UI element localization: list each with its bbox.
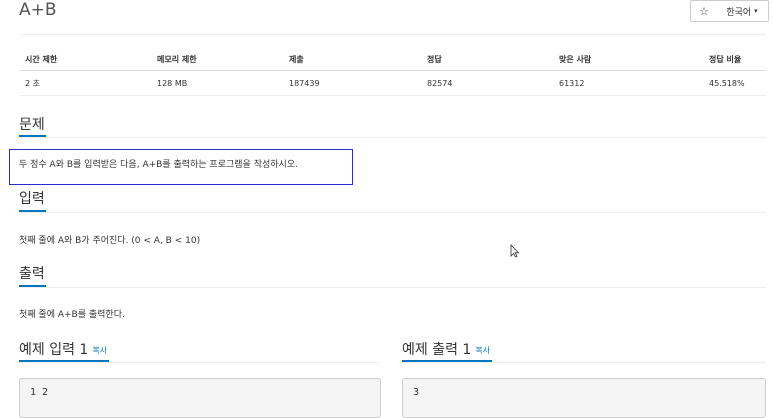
table-header-row: 시간 제한 메모리 제한 제출 정답 맞은 사람 정답 비율: [19, 48, 766, 71]
time-limit-value: 2 초: [19, 70, 151, 96]
selection-highlight-box: [9, 149, 353, 185]
copy-sample-input-link[interactable]: 복사: [92, 346, 107, 355]
memory-limit-value: 128 MB: [151, 70, 283, 96]
sample-output-title: 예제 출력 1 복사: [402, 339, 490, 359]
mouse-cursor-icon: [510, 244, 520, 258]
problem-section-title: 문제: [19, 117, 45, 133]
accepted-value: 82574: [421, 70, 553, 96]
copy-sample-output-link[interactable]: 복사: [475, 346, 490, 355]
sample-output-box[interactable]: 3: [402, 378, 766, 418]
star-icon: ☆: [699, 4, 709, 18]
header-divider: [19, 34, 766, 35]
sample-input-title-text: 예제 입력 1: [19, 342, 89, 358]
input-section-title: 입력: [19, 191, 45, 207]
solved-users-value: 61312: [553, 70, 703, 96]
input-description: 첫째 줄에 A와 B가 주어진다. (0 < A, B < 10): [19, 236, 201, 246]
sample-output-title-text: 예제 출력 1: [402, 342, 472, 358]
submissions-value: 187439: [283, 70, 421, 96]
sample-input-box[interactable]: 1 2: [19, 378, 381, 418]
problem-info-table: 시간 제한 메모리 제한 제출 정답 맞은 사람 정답 비율 2 초 128 M…: [19, 48, 766, 96]
output-section-title: 출력: [19, 266, 45, 282]
output-section-divider: [19, 287, 766, 288]
sample-input-divider: [19, 362, 381, 363]
star-button[interactable]: ☆: [690, 0, 718, 22]
header-accept-ratio: 정답 비율: [703, 48, 766, 71]
header-solved-users: 맞은 사람: [553, 48, 703, 71]
chevron-down-icon: ▾: [754, 7, 758, 15]
page-title: A+B: [19, 0, 57, 20]
header-submissions: 제출: [283, 48, 421, 71]
language-label: 한국어: [726, 7, 752, 18]
table-row: 2 초 128 MB 187439 82574 61312 45.518%: [19, 70, 766, 96]
language-dropdown[interactable]: 한국어 ▾: [716, 0, 769, 22]
header-accepted: 정답: [421, 48, 553, 71]
header-memory-limit: 메모리 제한: [151, 48, 283, 71]
accept-ratio-value: 45.518%: [703, 70, 766, 96]
header-time-limit: 시간 제한: [19, 48, 151, 71]
problem-section-divider: [19, 137, 766, 138]
output-description: 첫째 줄에 A+B를 출력한다.: [19, 310, 125, 320]
input-section-divider: [19, 212, 766, 213]
sample-input-title: 예제 입력 1 복사: [19, 339, 107, 359]
sample-output-divider: [402, 362, 766, 363]
